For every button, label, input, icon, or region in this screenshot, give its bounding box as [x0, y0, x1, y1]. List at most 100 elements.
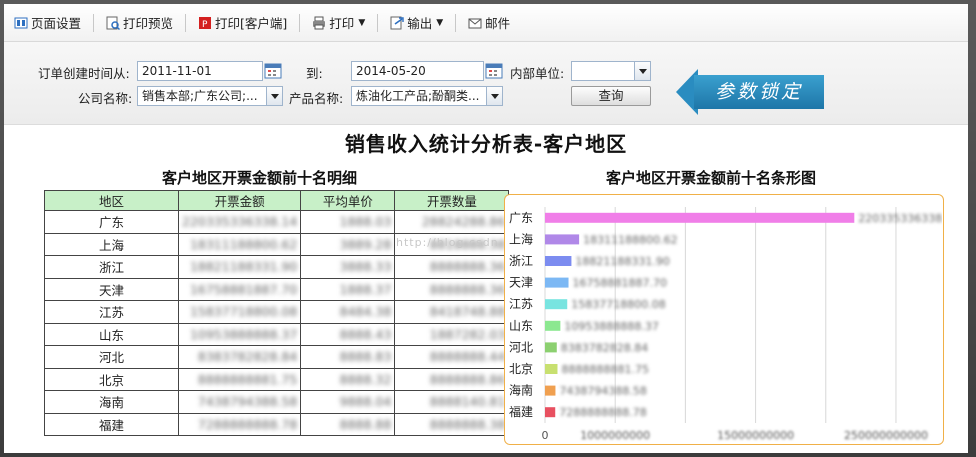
category-label: 浙江: [509, 254, 533, 268]
bar: [545, 277, 569, 288]
amount-cell: 7438794388.58: [177, 390, 302, 414]
avg-price-cell: 8888.83: [300, 345, 396, 369]
detail-table: 地区 开票金额 平均单价 开票数量 广东 220335336338.14 1888.…: [44, 190, 510, 436]
data-label: 16758881887.70: [573, 277, 667, 290]
report-viewer: 页面设置 打印预览 P 打印[客户端] 打印 ▼ 输出 ▼ 邮件 订单创建时间从…: [4, 4, 968, 453]
amount-cell: 220335336338.14: [177, 210, 302, 234]
data-label: 8888888881.75: [561, 363, 648, 376]
print-client-button[interactable]: P 打印[客户端]: [194, 11, 291, 35]
bar: [545, 407, 556, 418]
category-label: 北京: [509, 362, 533, 376]
amount-cell-value: 18311188800.62: [189, 236, 298, 252]
quantity-cell-value: 8888888.36: [429, 259, 506, 275]
calendar-icon[interactable]: [264, 62, 282, 80]
quantity-cell: 8418748.88: [394, 300, 510, 324]
internal-unit-select[interactable]: [571, 61, 651, 81]
query-button[interactable]: 查询: [571, 86, 651, 106]
data-label: 8383782828.84: [561, 341, 648, 354]
chevron-down-icon[interactable]: [634, 62, 650, 80]
amount-cell: 16758881887.70: [177, 277, 302, 301]
parameter-lock-tag: 参数锁定: [676, 69, 824, 115]
amount-cell-value: 8888888881.75: [197, 371, 298, 387]
amount-cell-value: 7438794388.58: [197, 394, 298, 410]
chevron-down-icon[interactable]: [486, 87, 502, 105]
page-setup-icon: [14, 16, 28, 30]
product-value: 炼油化工产品;酚酮类...: [356, 89, 480, 103]
data-label: 220335336338.14: [858, 212, 942, 225]
order-time-from-input[interactable]: 2011-11-01: [137, 61, 263, 81]
print-preview-button[interactable]: 打印预览: [102, 11, 177, 35]
page-setup-button[interactable]: 页面设置: [10, 11, 85, 35]
table-row: 福建 7288888888.78 8888.88 8888888.38: [44, 412, 510, 436]
toolbar-divider: [455, 13, 457, 32]
toolbar-divider: [93, 13, 95, 32]
amount-cell: 18311188800.62: [177, 232, 302, 256]
quantity-cell-value: 28824288.86: [421, 214, 506, 230]
data-label: 15837718800.08: [571, 298, 665, 311]
avg-price-cell: 9888.04: [300, 390, 396, 414]
avg-price-cell: 3889.28: [300, 232, 396, 256]
bar: [545, 256, 572, 266]
bar: [545, 364, 558, 374]
quantity-cell: 28824288.86: [394, 210, 510, 234]
company-select[interactable]: 销售本部;广东公司;...: [137, 86, 283, 106]
x-tick-label: 15000000000: [717, 429, 794, 442]
avg-price-cell-value: 1888.37: [339, 281, 392, 297]
amount-cell-value: 18821188331.90: [189, 259, 298, 275]
order-time-to-input[interactable]: 2014-05-20: [351, 61, 484, 81]
parameter-panel: 订单创建时间从: 2011-11-01 到: 2014-05-20 内部单位: …: [4, 42, 968, 125]
internal-unit-label: 内部单位:: [510, 66, 565, 81]
bar-chart: 广东 220335336338.14 上海 18311188800.62 浙江 18821…: [504, 194, 960, 445]
category-label: 山东: [509, 319, 533, 333]
svg-text:P: P: [202, 20, 208, 30]
data-label: 10953888888.37: [564, 320, 658, 333]
mail-label: 邮件: [485, 16, 511, 31]
amount-cell-value: 10953888888.37: [189, 326, 298, 342]
chevron-down-icon: ▼: [358, 17, 366, 28]
chevron-down-icon[interactable]: [266, 87, 282, 105]
calendar-icon[interactable]: [485, 62, 503, 80]
column-header: 平均单价: [300, 190, 396, 211]
amount-cell: 18821188331.90: [177, 255, 302, 279]
quantity-cell-value: 8418748.88: [429, 304, 506, 320]
quantity-cell: 8888888.44: [394, 345, 510, 369]
report-title: 销售收入统计分析表-客户地区: [344, 132, 628, 156]
category-label: 天津: [509, 276, 533, 290]
company-label: 公司名称:: [78, 91, 133, 106]
bar: [545, 234, 580, 245]
bar: [545, 299, 568, 310]
quantity-cell: 8888888.38: [394, 412, 510, 436]
quantity-cell: 8888888.86: [394, 367, 510, 391]
parameter-lock-label: 参数锁定: [694, 75, 824, 109]
quantity-cell-value: 8888888.36: [429, 281, 506, 297]
column-header: 开票数量: [394, 190, 510, 211]
export-button[interactable]: 输出 ▼: [386, 11, 447, 35]
data-label: 7288888888.78: [559, 406, 646, 419]
quantity-cell: 8888140.81: [394, 390, 510, 414]
quantity-cell-value: 8888888.38: [429, 416, 506, 432]
category-label: 江苏: [509, 297, 533, 311]
region-cell: 上海: [44, 232, 179, 256]
avg-price-cell: 1888.37: [300, 277, 396, 301]
printer-icon: [312, 16, 326, 30]
data-label: 7438794388.58: [559, 385, 646, 398]
region-cell: 河北: [44, 345, 179, 369]
table-title: 客户地区开票金额前十名明细: [162, 169, 358, 187]
product-select[interactable]: 炼油化工产品;酚酮类...: [351, 86, 503, 106]
avg-price-cell-value: 3888.33: [339, 259, 392, 275]
avg-price-cell-value: 8888.32: [339, 371, 392, 387]
quantity-cell-value: 1887282.03: [429, 326, 506, 342]
export-label: 输出: [407, 16, 433, 31]
avg-price-cell: 8888.32: [300, 367, 396, 391]
avg-price-cell-value: 8888.83: [339, 349, 392, 365]
page-setup-label: 页面设置: [31, 16, 82, 31]
avg-price-cell-value: 8888.43: [339, 326, 392, 342]
print-client-label: 打印[客户端]: [215, 16, 288, 31]
category-label: 上海: [509, 231, 533, 246]
column-header: 开票金额: [177, 190, 302, 211]
print-button[interactable]: 打印 ▼: [308, 11, 369, 35]
mail-button[interactable]: 邮件: [464, 11, 514, 35]
order-time-to-label: 到:: [306, 66, 323, 81]
print-preview-label: 打印预览: [123, 16, 174, 31]
table-row: 广东 220335336338.14 1888.03 28824288.86: [44, 210, 510, 234]
